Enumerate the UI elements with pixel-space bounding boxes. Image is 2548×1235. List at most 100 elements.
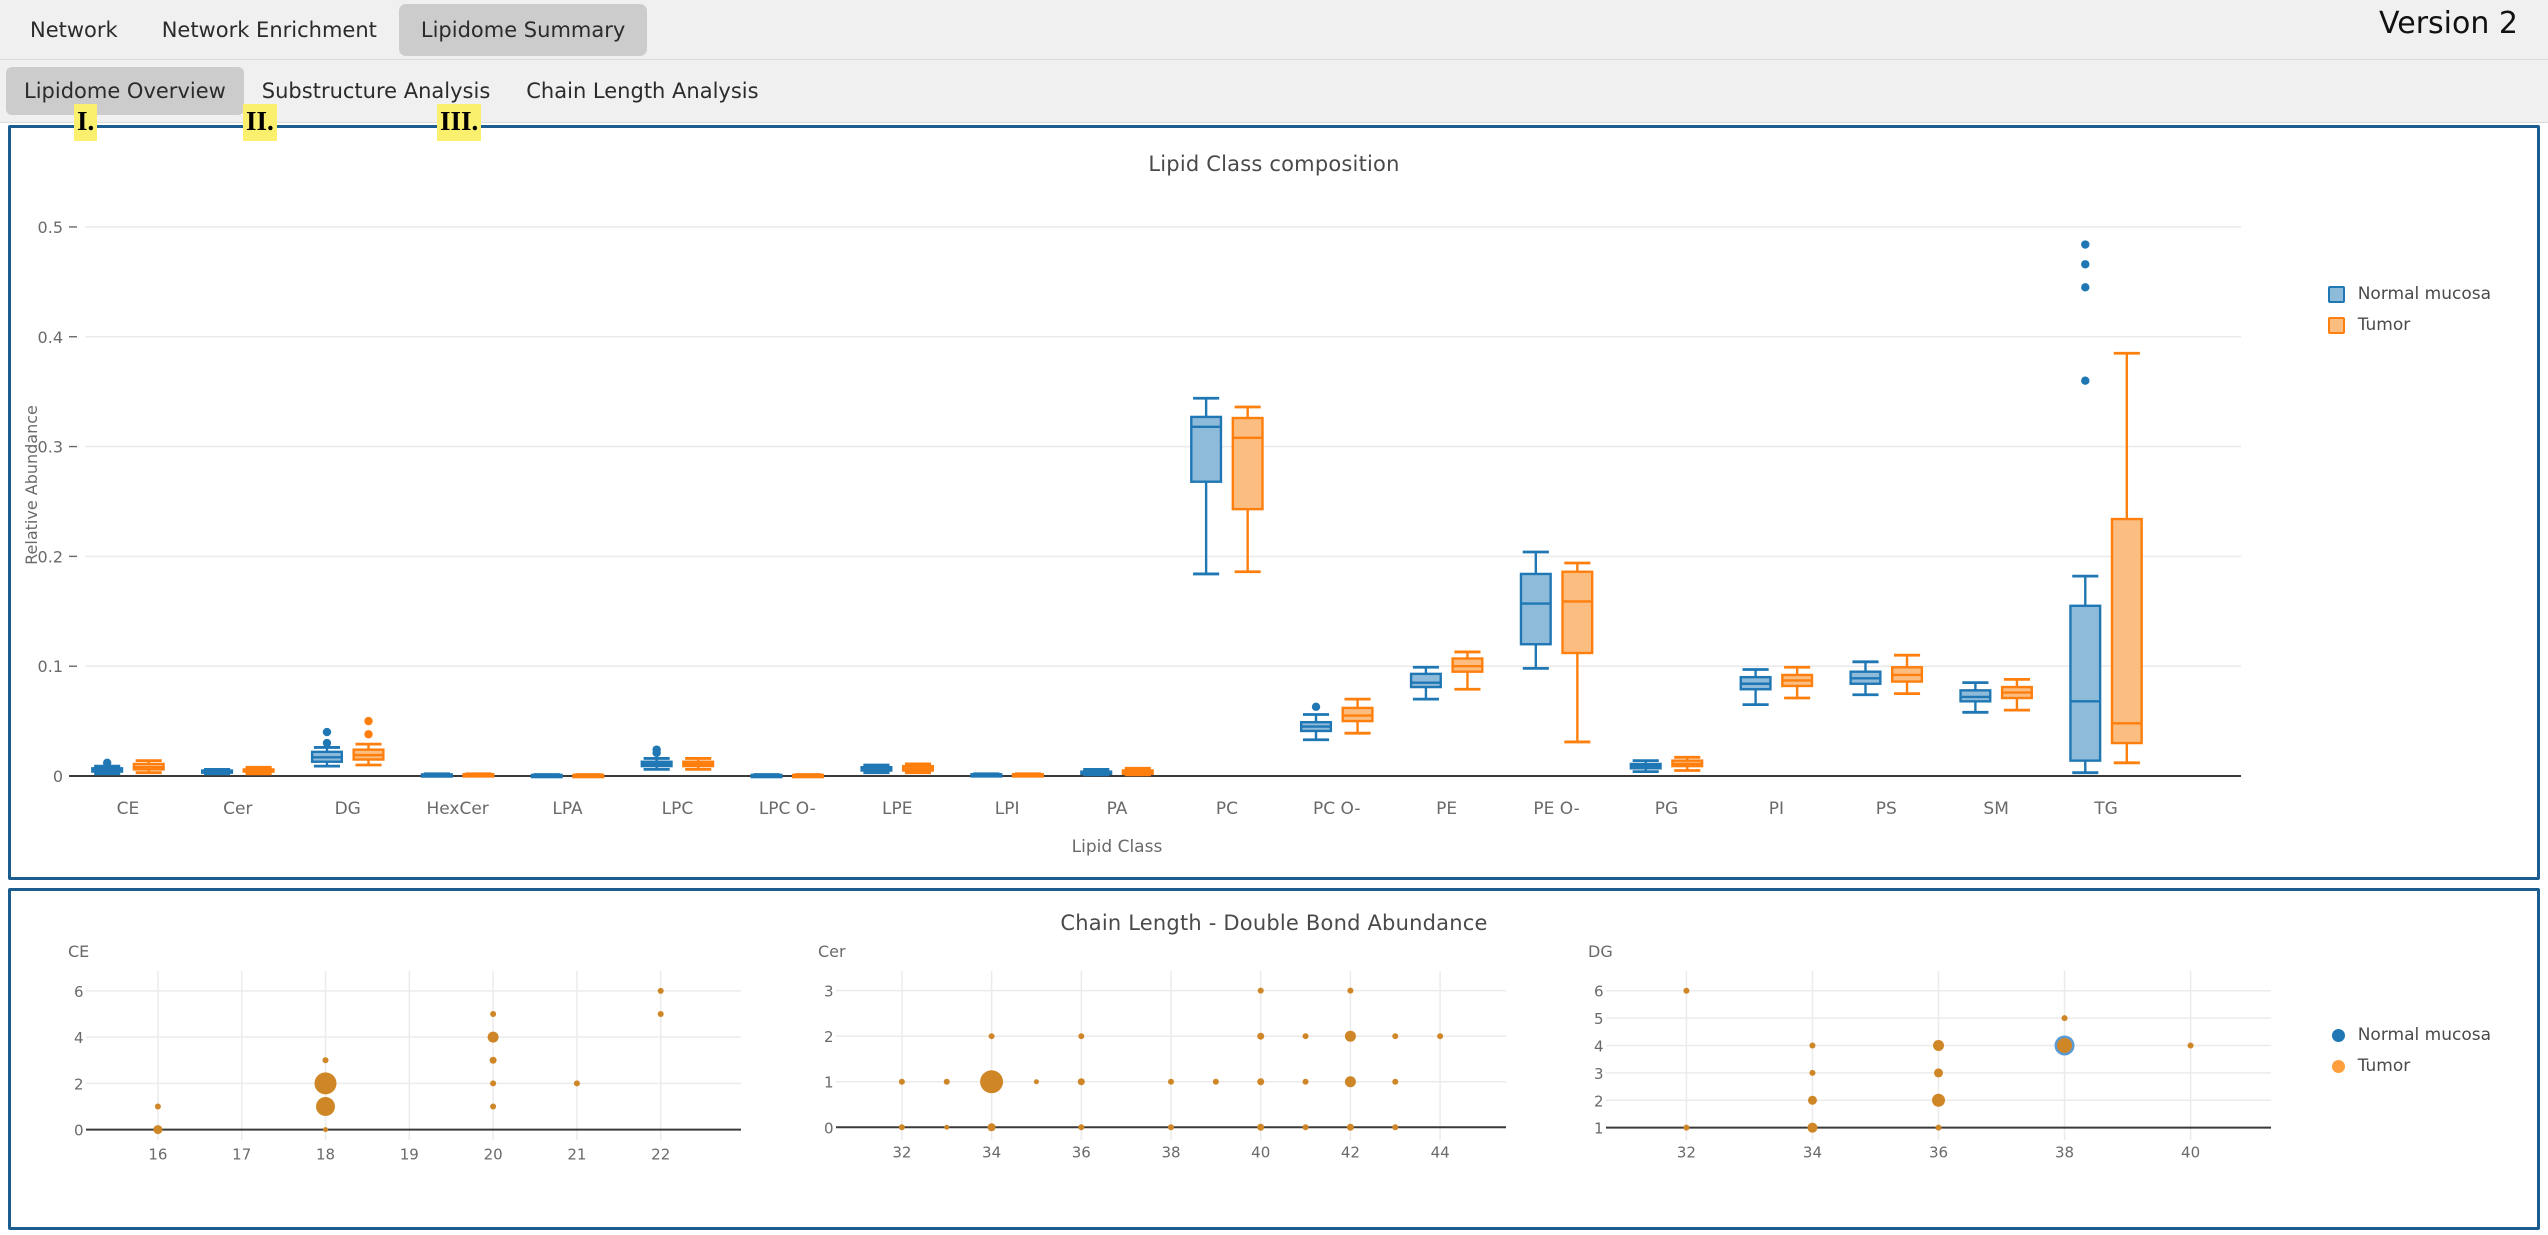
- scatter-point[interactable]: [1935, 1124, 1942, 1131]
- scatter-point[interactable]: [1257, 1078, 1265, 1086]
- box-plot-box[interactable]: [201, 768, 234, 776]
- scatter-point[interactable]: [1078, 1124, 1085, 1131]
- scatter-point[interactable]: [1346, 1123, 1354, 1131]
- box-plot-box[interactable]: [1629, 759, 1662, 774]
- box-plot-box[interactable]: [1299, 702, 1333, 742]
- box-plot-box[interactable]: [1519, 550, 1552, 670]
- box-plot-box[interactable]: [462, 772, 495, 778]
- box-plot-box[interactable]: [1011, 772, 1044, 778]
- scatter-point[interactable]: [487, 1031, 499, 1043]
- lipid-class-composition-plot[interactable]: 0 0.1 0.2 0.3 0.4 0.5 CE Cer DG HexCer LPA LPC LPC O…: [11, 176, 2537, 866]
- scatter-point[interactable]: [1683, 1124, 1690, 1131]
- scatter-point[interactable]: [1392, 1033, 1399, 1040]
- scatter-point[interactable]: [1347, 987, 1354, 994]
- box-plot-box[interactable]: [1781, 665, 1814, 700]
- scatter-point[interactable]: [1392, 1124, 1399, 1131]
- scatter-point[interactable]: [1302, 1124, 1309, 1131]
- scatter-point[interactable]: [657, 1010, 664, 1017]
- scatter-point[interactable]: [1078, 1033, 1085, 1040]
- scatter-point[interactable]: [1934, 1068, 1943, 1078]
- scatter-point[interactable]: [2061, 1015, 2068, 1022]
- tab-lipidome-summary[interactable]: Lipidome Summary: [398, 3, 648, 56]
- legend-item-normal-mucosa-scatter[interactable]: Normal mucosa: [2330, 1025, 2491, 1045]
- box-plot-box[interactable]: [970, 772, 1003, 778]
- chain-length-double-bond-plot[interactable]: 0 2 4 6 16 17 18 19 20 21 22 CE 0 1 2 3 32 34 36 38 40 42 44 Ce…: [11, 935, 2537, 1205]
- box-plot-box[interactable]: [901, 762, 935, 775]
- box-plot-box[interactable]: [572, 773, 605, 779]
- box-plot-box[interactable]: [1121, 766, 1154, 777]
- scatter-point[interactable]: [1344, 1076, 1356, 1088]
- legend-item-tumor[interactable]: Tumor: [2327, 315, 2491, 335]
- subtab-lipidome-overview[interactable]: Lipidome Overview: [6, 67, 244, 115]
- scatter-point[interactable]: [1932, 1093, 1945, 1107]
- scatter-point[interactable]: [1809, 1042, 1816, 1049]
- box-plot-box[interactable]: [1561, 561, 1594, 744]
- scatter-point[interactable]: [898, 1124, 905, 1131]
- scatter-point[interactable]: [943, 1078, 950, 1085]
- scatter-point[interactable]: [1437, 1033, 1444, 1040]
- scatter-point[interactable]: [1257, 1123, 1265, 1131]
- box-plot-box[interactable]: [2069, 240, 2102, 775]
- box-plot-box[interactable]: [1959, 681, 1992, 714]
- legend-item-normal-mucosa[interactable]: Normal mucosa: [2327, 284, 2491, 304]
- scatter-point[interactable]: [1344, 1030, 1356, 1042]
- scatter-point[interactable]: [573, 1080, 580, 1087]
- box-plot-box[interactable]: [750, 773, 783, 779]
- box-plot-box[interactable]: [1451, 650, 1484, 691]
- scatter-point[interactable]: [1807, 1095, 1817, 1105]
- scatter-point[interactable]: [489, 1056, 497, 1064]
- box-plot-box[interactable]: [1080, 768, 1113, 777]
- scatter-point[interactable]: [153, 1125, 163, 1135]
- scatter-point[interactable]: [1809, 1069, 1816, 1076]
- scatter-point[interactable]: [323, 1127, 329, 1133]
- scatter-point[interactable]: [1212, 1078, 1219, 1085]
- box-plot-box[interactable]: [530, 773, 563, 779]
- scatter-point[interactable]: [316, 1096, 336, 1116]
- box-plot-box[interactable]: [2000, 677, 2033, 712]
- scatter-point[interactable]: [1683, 987, 1690, 994]
- scatter-point[interactable]: [1392, 1078, 1399, 1085]
- scatter-point[interactable]: [490, 1010, 497, 1017]
- scatter-point[interactable]: [1168, 1124, 1174, 1131]
- box-plot-box[interactable]: [1890, 653, 1924, 696]
- scatter-point[interactable]: [2057, 1037, 2073, 1053]
- box-plot-box[interactable]: [242, 765, 275, 776]
- box-plot-box[interactable]: [91, 758, 124, 776]
- box-plot-box[interactable]: [132, 759, 165, 775]
- box-plot-box[interactable]: [1739, 668, 1772, 707]
- scatter-point[interactable]: [1302, 1033, 1309, 1040]
- scatter-point[interactable]: [490, 1103, 497, 1110]
- scatter-point[interactable]: [1933, 1039, 1944, 1051]
- scatter-point[interactable]: [988, 1033, 995, 1040]
- scatter-point[interactable]: [322, 1057, 329, 1064]
- scatter-point[interactable]: [657, 987, 664, 994]
- scatter-point[interactable]: [944, 1124, 950, 1130]
- box-plot-box[interactable]: [640, 745, 673, 771]
- box-plot-box[interactable]: [860, 763, 893, 775]
- scatter-point[interactable]: [154, 1103, 161, 1110]
- scatter-point[interactable]: [2187, 1042, 2194, 1049]
- scatter-point[interactable]: [898, 1078, 905, 1085]
- scatter-point[interactable]: [314, 1072, 337, 1095]
- scatter-point[interactable]: [987, 1123, 996, 1132]
- box-plot-box[interactable]: [792, 773, 825, 779]
- box-plot-box[interactable]: [310, 727, 344, 768]
- box-plot-box[interactable]: [1190, 396, 1223, 576]
- scatter-point[interactable]: [1302, 1078, 1309, 1085]
- tab-network-enrichment[interactable]: Network Enrichment: [140, 4, 399, 56]
- tab-network[interactable]: Network: [8, 4, 140, 56]
- box-plot-box[interactable]: [1231, 405, 1264, 574]
- box-plot-box[interactable]: [420, 772, 453, 778]
- scatter-point[interactable]: [490, 1080, 497, 1087]
- legend-item-tumor-scatter[interactable]: Tumor: [2330, 1056, 2491, 1076]
- box-plot-box[interactable]: [1671, 755, 1704, 772]
- scatter-point[interactable]: [1168, 1078, 1174, 1085]
- scatter-point[interactable]: [1033, 1079, 1039, 1085]
- scatter-point[interactable]: [1807, 1122, 1818, 1133]
- box-plot-box[interactable]: [2110, 351, 2143, 765]
- box-plot-box[interactable]: [1409, 665, 1442, 701]
- subtab-chain-length-analysis[interactable]: Chain Length Analysis: [508, 67, 776, 115]
- scatter-point[interactable]: [1257, 1032, 1265, 1040]
- box-plot-box[interactable]: [352, 716, 385, 767]
- box-plot-box[interactable]: [682, 757, 715, 771]
